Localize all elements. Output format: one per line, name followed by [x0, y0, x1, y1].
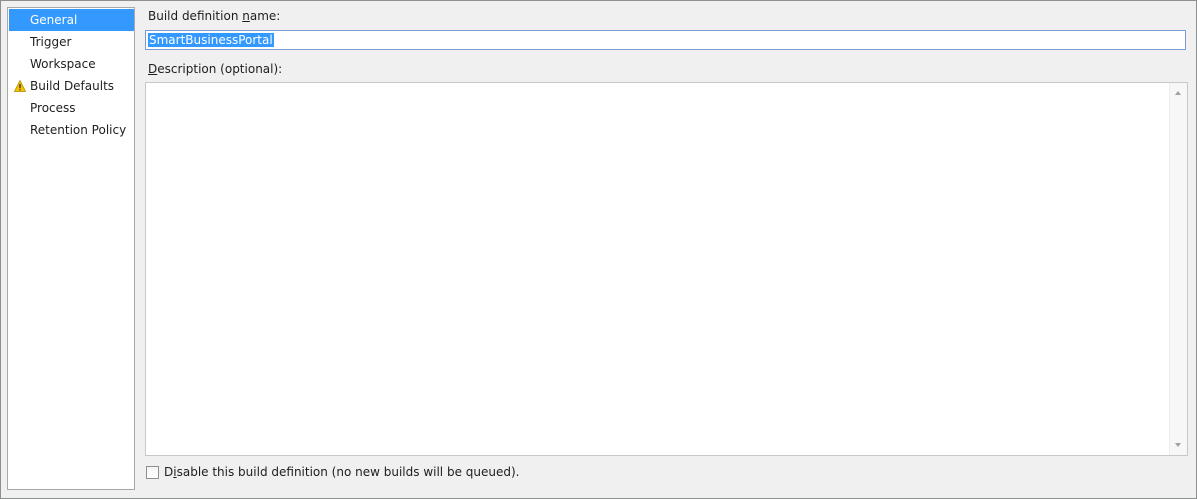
- sidebar: General Trigger Workspace Build Defaults…: [7, 7, 135, 490]
- build-name-label: Build definition name:: [148, 9, 281, 23]
- build-definition-window: General Trigger Workspace Build Defaults…: [0, 0, 1197, 499]
- sidebar-item-general[interactable]: General: [9, 9, 134, 31]
- description-scrollbar[interactable]: [1169, 83, 1187, 455]
- sidebar-item-trigger[interactable]: Trigger: [9, 31, 134, 53]
- sidebar-item-label: Workspace: [30, 57, 96, 71]
- build-name-value: SmartBusinessPortal: [148, 33, 274, 47]
- description-textarea[interactable]: [145, 82, 1188, 456]
- scroll-up-arrow-icon[interactable]: [1175, 91, 1181, 95]
- scroll-down-arrow-icon[interactable]: [1175, 443, 1181, 447]
- description-label: Description (optional):: [148, 62, 283, 76]
- disable-build-label[interactable]: Disable this build definition (no new bu…: [164, 465, 519, 479]
- sidebar-item-workspace[interactable]: Workspace: [9, 53, 134, 75]
- build-name-input[interactable]: SmartBusinessPortal: [145, 30, 1186, 50]
- disable-build-checkbox[interactable]: [146, 466, 159, 479]
- sidebar-item-build-defaults[interactable]: Build Defaults: [9, 75, 134, 97]
- sidebar-item-label: Trigger: [30, 35, 72, 49]
- sidebar-item-retention-policy[interactable]: Retention Policy: [9, 119, 134, 141]
- warning-icon: [14, 80, 26, 92]
- sidebar-item-label: Build Defaults: [30, 79, 115, 93]
- sidebar-item-label: Process: [30, 101, 76, 115]
- sidebar-item-process[interactable]: Process: [9, 97, 134, 119]
- sidebar-item-label: Retention Policy: [30, 123, 127, 137]
- sidebar-item-label: General: [30, 13, 78, 27]
